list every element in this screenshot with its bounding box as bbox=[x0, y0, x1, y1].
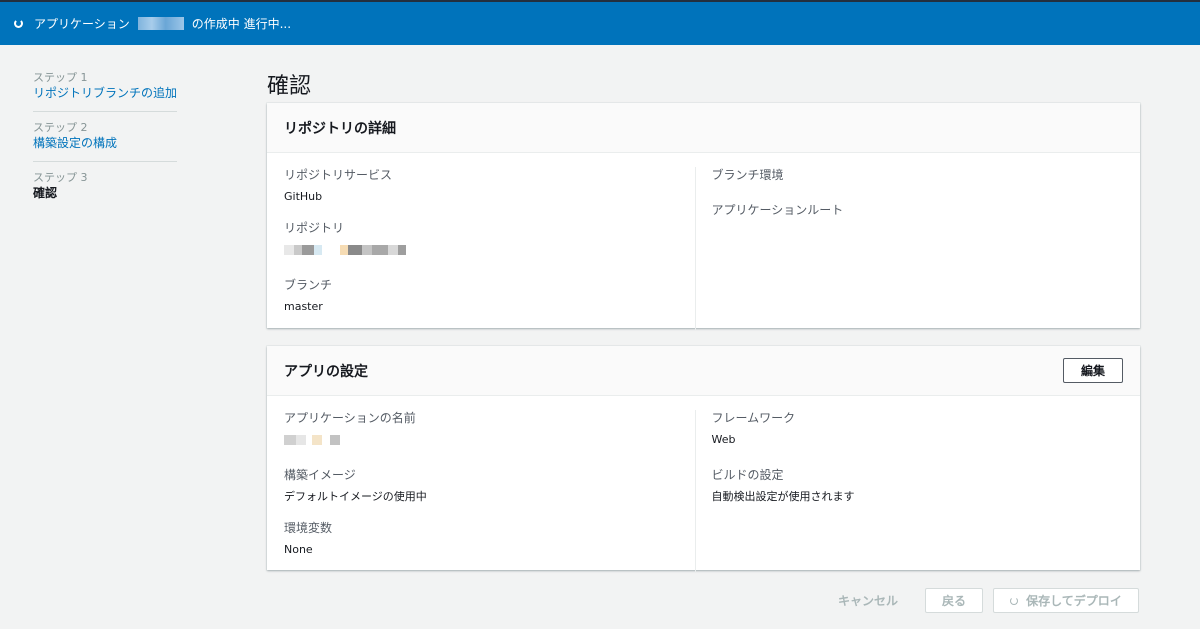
step-number: ステップ 2 bbox=[33, 121, 88, 134]
field-label: ブランチ環境 bbox=[711, 168, 784, 182]
field-label: リポジトリ bbox=[284, 221, 345, 235]
field-label: 環境変数 bbox=[284, 521, 333, 535]
card-title: リポジトリの詳細 bbox=[284, 120, 396, 137]
field-app-name: アプリケーションの名前 bbox=[284, 410, 695, 445]
field-label: アプリケーションの名前 bbox=[284, 411, 416, 425]
nav-step-1[interactable]: ステップ 1 リポジトリブランチの追加 bbox=[33, 70, 177, 112]
nav-step-2[interactable]: ステップ 2 構築設定の構成 bbox=[33, 120, 177, 162]
step-link-add-branch[interactable]: リポジトリブランチの追加 bbox=[33, 85, 177, 102]
loading-spinner-icon bbox=[14, 19, 23, 28]
field-branch-env: ブランチ環境 bbox=[712, 167, 1123, 183]
field-env-vars: 環境変数 None bbox=[284, 520, 695, 558]
field-value: 自動検出設定が使用されます bbox=[711, 490, 855, 503]
field-repository: リポジトリ bbox=[284, 220, 695, 255]
step-current-review: 確認 bbox=[33, 186, 58, 200]
step-link-build-settings[interactable]: 構築設定の構成 bbox=[33, 135, 177, 152]
right-column: ブランチ環境 アプリケーションルート bbox=[712, 167, 1123, 330]
step-number: ステップ 1 bbox=[33, 71, 88, 84]
app-settings-card: アプリの設定 編集 アプリケーションの名前 構築イメージ デフォルトイメージの使… bbox=[267, 346, 1140, 573]
field-label: ビルドの設定 bbox=[711, 468, 784, 482]
left-column: アプリケーションの名前 構築イメージ デフォルトイメージの使用中 環境変数 No… bbox=[284, 410, 696, 573]
progress-banner: アプリケーション の作成中 進行中... bbox=[0, 2, 1200, 45]
field-branch: ブランチ master bbox=[284, 277, 695, 315]
deploy-label: 保存してデプロイ bbox=[1026, 594, 1122, 608]
field-value: Web bbox=[711, 433, 736, 446]
right-column: フレームワーク Web ビルドの設定 自動検出設定が使用されます bbox=[712, 410, 1123, 573]
loading-spinner-icon bbox=[1010, 596, 1019, 605]
field-label: 構築イメージ bbox=[284, 468, 356, 482]
field-build-image: 構築イメージ デフォルトイメージの使用中 bbox=[284, 467, 695, 505]
card-body: リポジトリサービス GitHub リポジトリ ブランチ master ブランチ環… bbox=[267, 153, 1140, 330]
card-body: アプリケーションの名前 構築イメージ デフォルトイメージの使用中 環境変数 No… bbox=[267, 396, 1140, 573]
step-number: ステップ 3 bbox=[33, 171, 88, 184]
field-label: アプリケーションルート bbox=[711, 203, 844, 217]
field-label: リポジトリサービス bbox=[284, 168, 393, 182]
back-button[interactable]: 戻る bbox=[925, 588, 983, 613]
field-repo-service: リポジトリサービス GitHub bbox=[284, 167, 695, 205]
page-title: 確認 bbox=[267, 74, 312, 99]
left-column: リポジトリサービス GitHub リポジトリ ブランチ master bbox=[284, 167, 696, 330]
repository-details-card: リポジトリの詳細 リポジトリサービス GitHub リポジトリ ブランチ mas… bbox=[267, 103, 1140, 330]
save-and-deploy-button[interactable]: 保存してデプロイ bbox=[993, 588, 1139, 613]
field-build-settings: ビルドの設定 自動検出設定が使用されます bbox=[712, 467, 1123, 505]
edit-button[interactable]: 編集 bbox=[1063, 358, 1123, 383]
field-value: None bbox=[284, 543, 313, 556]
banner-prefix: アプリケーション bbox=[34, 17, 130, 31]
banner-suffix: の作成中 進行中... bbox=[191, 17, 292, 31]
card-title: アプリの設定 bbox=[284, 363, 368, 380]
field-framework: フレームワーク Web bbox=[712, 410, 1123, 448]
wizard-steps-nav: ステップ 1 リポジトリブランチの追加 ステップ 2 構築設定の構成 ステップ … bbox=[33, 70, 177, 219]
field-value: デフォルトイメージの使用中 bbox=[284, 490, 427, 503]
redacted-repository-value bbox=[284, 245, 695, 255]
card-header: リポジトリの詳細 bbox=[267, 103, 1140, 153]
card-header: アプリの設定 編集 bbox=[267, 346, 1140, 396]
wizard-footer: キャンセル 戻る 保存してデプロイ bbox=[838, 588, 1139, 613]
field-label: ブランチ bbox=[284, 278, 333, 292]
nav-step-3: ステップ 3 確認 bbox=[33, 170, 177, 211]
field-app-root: アプリケーションルート bbox=[712, 202, 1123, 218]
field-value: master bbox=[284, 300, 323, 313]
cancel-button[interactable]: キャンセル bbox=[838, 592, 898, 609]
redacted-app-name bbox=[137, 17, 184, 30]
field-value: GitHub bbox=[284, 190, 323, 203]
redacted-app-name-value bbox=[284, 435, 695, 445]
field-label: フレームワーク bbox=[711, 411, 796, 425]
